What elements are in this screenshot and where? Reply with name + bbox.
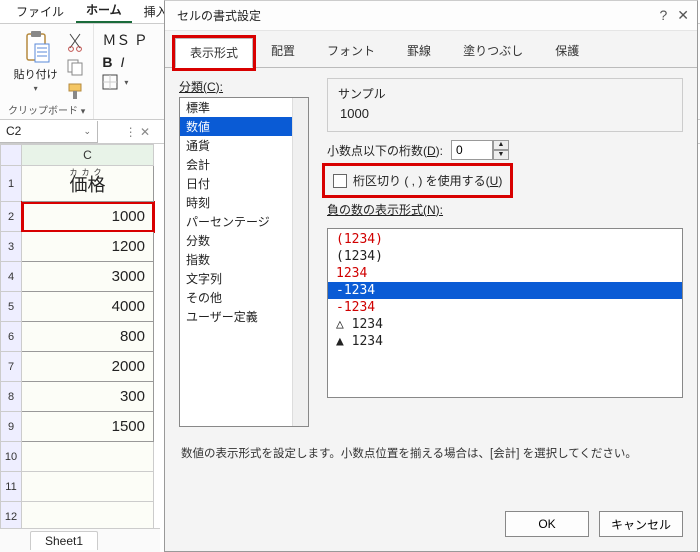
list-item[interactable]: (1234) — [328, 248, 682, 265]
list-item[interactable]: その他 — [180, 288, 308, 307]
category-listbox[interactable]: 標準 数値 通貨 会計 日付 時刻 パーセンテージ 分数 指数 文字列 その他 … — [179, 97, 309, 427]
dialog-body: 分類(C): 標準 数値 通貨 会計 日付 時刻 パーセンテージ 分数 指数 文… — [165, 67, 697, 499]
paste-label: 貼り付け — [14, 66, 58, 82]
list-item[interactable]: 会計 — [180, 155, 308, 174]
cut-icon[interactable] — [67, 32, 83, 52]
cell[interactable]: 2000 — [22, 352, 154, 382]
sheet-tabs: Sheet1 — [0, 528, 160, 552]
cell[interactable]: 300 — [22, 382, 154, 412]
negative-label: 負の数の表示形式(N): — [327, 201, 683, 218]
fx-area: ⋮ ✕ — [98, 125, 156, 139]
borders-button[interactable] — [102, 74, 118, 90]
list-item[interactable]: 数値 — [180, 117, 308, 136]
spin-down-icon[interactable]: ▼ — [493, 150, 509, 160]
tab-font[interactable]: フォント — [313, 37, 389, 67]
list-item[interactable]: 指数 — [180, 250, 308, 269]
decimals-label: 小数点以下の桁数(D): — [327, 142, 443, 159]
list-item[interactable]: ▲ 1234 — [328, 333, 682, 350]
scrollbar[interactable] — [292, 98, 308, 426]
ribbon-tab-file[interactable]: ファイル — [6, 0, 74, 23]
list-item[interactable]: 通貨 — [180, 136, 308, 155]
row-header[interactable]: 5 — [0, 292, 22, 322]
row-header[interactable]: 9 — [0, 412, 22, 442]
negative-format-listbox[interactable]: (1234)(1234)1234-1234-1234△ 1234▲ 1234 — [327, 228, 683, 398]
italic-button[interactable]: I — [120, 54, 124, 70]
decimals-input[interactable] — [451, 140, 493, 160]
category-label: 分類(C): — [179, 78, 309, 95]
separator-label: 桁区切り ( , ) を使用する(U) — [353, 172, 502, 189]
select-all-corner[interactable] — [0, 144, 22, 166]
ok-button[interactable]: OK — [505, 511, 589, 537]
list-item[interactable]: ユーザー定義 — [180, 307, 308, 326]
list-item[interactable]: 時刻 — [180, 193, 308, 212]
row-header[interactable]: 10 — [0, 442, 22, 472]
row-header[interactable]: 4 — [0, 262, 22, 292]
decimals-row: 小数点以下の桁数(D): ▲▼ — [327, 140, 683, 160]
tab-fill[interactable]: 塗りつぶし — [449, 37, 537, 67]
format-cells-dialog: セルの書式設定 ? ✕ 表示形式 配置 フォント 罫線 塗りつぶし 保護 分類(… — [164, 0, 698, 552]
ribbon-tab-home[interactable]: ホーム — [76, 0, 132, 23]
bold-button[interactable]: B — [102, 54, 112, 70]
help-icon[interactable]: ? — [659, 7, 667, 24]
tab-border[interactable]: 罫線 — [393, 37, 445, 67]
font-group: ＭＳ Ｐ B I ▾ — [94, 24, 156, 119]
cell[interactable]: 1500 — [22, 412, 154, 442]
list-item[interactable]: パーセンテージ — [180, 212, 308, 231]
tab-alignment[interactable]: 配置 — [257, 37, 309, 67]
list-item[interactable]: (1234) — [328, 231, 682, 248]
sample-value: 1000 — [338, 102, 672, 121]
dialog-tabs: 表示形式 配置 フォント 罫線 塗りつぶし 保護 — [165, 31, 697, 67]
font-name-box[interactable]: ＭＳ Ｐ — [102, 30, 148, 50]
description-text: 数値の表示形式を設定します。小数点位置を揃える場合は、[会計] を選択してくださ… — [179, 427, 683, 461]
list-item[interactable]: -1234 — [328, 299, 682, 316]
sample-label: サンプル — [338, 85, 672, 102]
decimals-spinner[interactable]: ▲▼ — [451, 140, 509, 160]
spin-up-icon[interactable]: ▲ — [493, 140, 509, 150]
dialog-buttons: OK キャンセル — [165, 499, 697, 551]
cell-c2[interactable]: 1000 — [22, 202, 154, 232]
sample-box: サンプル 1000 — [327, 78, 683, 132]
copy-icon[interactable] — [66, 58, 84, 76]
name-box[interactable]: C2⌄ — [0, 121, 98, 143]
list-item[interactable]: 日付 — [180, 174, 308, 193]
close-icon[interactable]: ✕ — [677, 7, 689, 24]
format-painter-icon[interactable] — [66, 82, 84, 100]
cell[interactable]: 4000 — [22, 292, 154, 322]
checkbox-icon[interactable] — [333, 174, 347, 188]
list-item[interactable]: △ 1234 — [328, 316, 682, 333]
cell[interactable]: 3000 — [22, 262, 154, 292]
row-header[interactable]: 3 — [0, 232, 22, 262]
row-header[interactable]: 2 — [0, 202, 22, 232]
dialog-title: セルの書式設定 — [177, 7, 261, 24]
header-ruby: カカク — [70, 167, 106, 178]
row-header[interactable]: 6 — [0, 322, 22, 352]
clipboard-group-label: クリップボード ▾ — [8, 102, 85, 117]
row-header[interactable]: 11 — [0, 472, 22, 502]
clipboard-icon — [22, 30, 50, 64]
list-item[interactable]: 1234 — [328, 265, 682, 282]
sheet-tab[interactable]: Sheet1 — [30, 531, 98, 550]
cell[interactable] — [22, 442, 154, 472]
cancel-button[interactable]: キャンセル — [599, 511, 683, 537]
paste-button[interactable]: 貼り付け ▾ — [10, 28, 62, 95]
list-item[interactable]: 分数 — [180, 231, 308, 250]
dialog-titlebar: セルの書式設定 ? ✕ — [165, 1, 697, 31]
cell[interactable] — [22, 472, 154, 502]
col-header-c[interactable]: C — [22, 144, 154, 166]
row-header[interactable]: 8 — [0, 382, 22, 412]
header-cell[interactable]: カカク 価格 — [22, 166, 154, 202]
thousands-separator-checkbox-row[interactable]: 桁区切り ( , ) を使用する(U) — [327, 168, 508, 193]
list-item[interactable]: -1234 — [328, 282, 682, 299]
cell[interactable]: 800 — [22, 322, 154, 352]
row-header[interactable]: 1 — [0, 166, 22, 202]
cell[interactable]: 1200 — [22, 232, 154, 262]
tab-protection[interactable]: 保護 — [541, 37, 593, 67]
clipboard-group: 貼り付け ▾ クリップボード ▾ — [0, 24, 94, 119]
tab-number-format[interactable]: 表示形式 — [175, 38, 253, 68]
row-header[interactable]: 7 — [0, 352, 22, 382]
list-item[interactable]: 標準 — [180, 98, 308, 117]
list-item[interactable]: 文字列 — [180, 269, 308, 288]
